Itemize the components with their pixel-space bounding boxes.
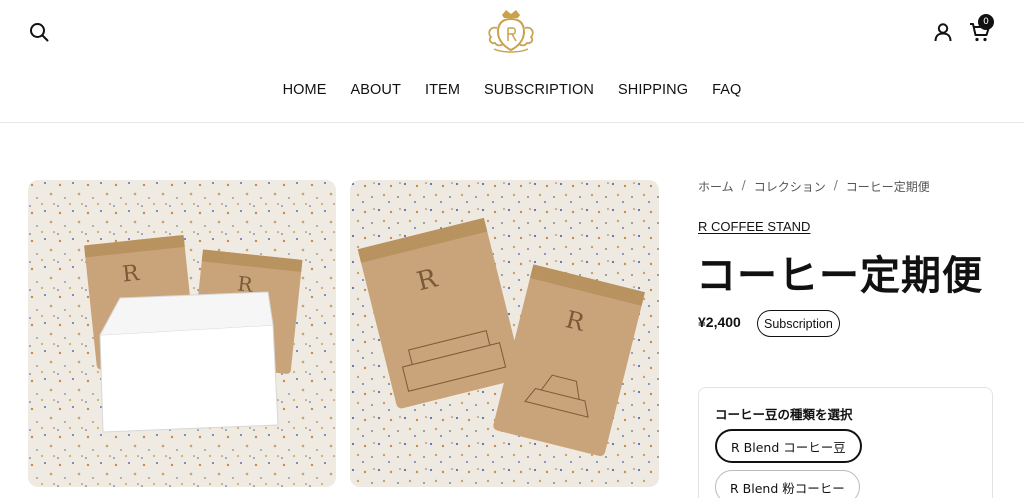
nav-item[interactable]: ITEM	[413, 82, 472, 98]
nav-about[interactable]: ABOUT	[339, 82, 413, 98]
breadcrumb: ホーム / コレクション / コーヒー定期便	[698, 178, 930, 195]
product-vendor-link[interactable]: R COFFEE STAND	[698, 219, 810, 234]
product-image-2[interactable]: R R	[350, 180, 659, 487]
cart-button[interactable]: 0	[966, 14, 994, 46]
variant-selector: コーヒー豆の種類を選択 R Blend コーヒー豆 R Blend 粉コーヒー	[698, 387, 993, 498]
coffee-bags-image: R R	[350, 180, 659, 487]
product-title: コーヒー定期便	[696, 253, 983, 299]
product-price: ¥2,400	[698, 314, 741, 330]
nav-subscription[interactable]: SUBSCRIPTION	[472, 82, 606, 98]
site-logo[interactable]	[482, 6, 540, 56]
search-icon	[30, 23, 49, 42]
breadcrumb-home[interactable]: ホーム	[698, 178, 734, 195]
breadcrumb-current: コーヒー定期便	[845, 180, 930, 194]
main-nav: HOME ABOUT ITEM SUBSCRIPTION SHIPPING FA…	[0, 82, 1024, 98]
subscription-badge: Subscription	[757, 310, 840, 337]
cart-count-badge: 0	[978, 14, 994, 30]
breadcrumb-separator: /	[741, 178, 746, 192]
breadcrumb-separator: /	[833, 178, 838, 192]
variant-option-ground[interactable]: R Blend 粉コーヒー	[715, 470, 860, 498]
variant-option-beans[interactable]: R Blend コーヒー豆	[715, 429, 862, 463]
account-icon	[934, 23, 952, 42]
nav-home[interactable]: HOME	[271, 82, 339, 98]
search-button[interactable]	[26, 19, 52, 45]
nav-faq[interactable]: FAQ	[700, 82, 753, 98]
crest-logo	[488, 10, 534, 53]
coffee-bags-in-box-image: R R	[28, 180, 336, 487]
site-header: 0 HOME ABOUT ITEM SUBSCRIPTION SHIPPING …	[0, 0, 1024, 123]
breadcrumb-collections[interactable]: コレクション	[754, 178, 826, 195]
product-image-1[interactable]: R R	[28, 180, 336, 487]
variant-label: コーヒー豆の種類を選択	[715, 407, 853, 422]
nav-shipping[interactable]: SHIPPING	[606, 82, 700, 98]
account-button[interactable]	[930, 19, 956, 45]
